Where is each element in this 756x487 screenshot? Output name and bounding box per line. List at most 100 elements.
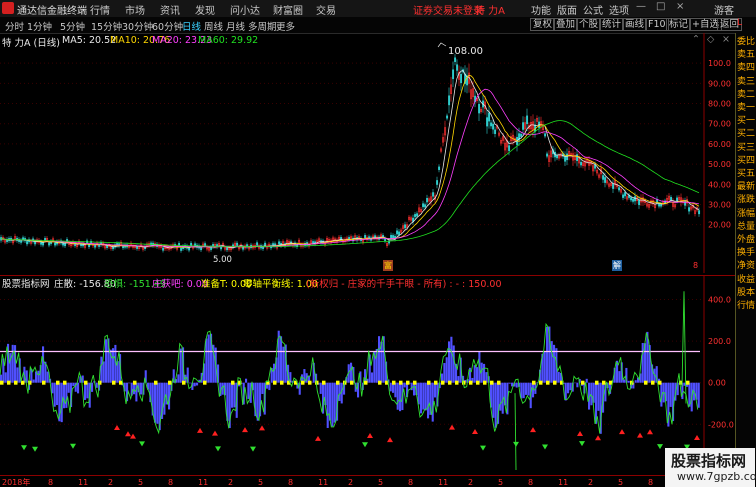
date-tick-label: 5 — [138, 478, 143, 487]
ind-bar — [508, 382, 511, 384]
menu-item-banmian[interactable]: 版面 — [557, 2, 577, 17]
candle-body — [436, 180, 439, 185]
candle-body — [602, 175, 605, 180]
candle-body — [390, 234, 393, 239]
sidebar-item-9[interactable]: 买四 — [737, 155, 756, 168]
period-5min[interactable]: 5分钟 — [60, 19, 85, 33]
period-monthly[interactable]: 月线 — [226, 19, 245, 33]
sidebar-item-5[interactable]: 卖一 — [737, 102, 756, 115]
menu-item-jiaoyi[interactable]: 交易 — [316, 2, 336, 17]
indicator-panel[interactable]: 股票指标网 庄散: -156.80 恐惧: -151.49 庄获吧: 0.00 … — [0, 275, 735, 475]
period-30min[interactable]: 30分钟 — [122, 19, 153, 33]
minimize-icon[interactable]: — — [636, 1, 646, 12]
sidebar-item-18[interactable]: 收益 — [737, 274, 756, 287]
sidebar-item-13[interactable]: 涨幅 — [737, 208, 756, 221]
green-down-triangle — [542, 444, 548, 450]
sidebar-item-4[interactable]: 卖二 — [737, 89, 756, 102]
tool-biaoji[interactable]: 标记 — [666, 18, 692, 31]
price-tick-label: 100.0 — [708, 59, 731, 68]
candle-body — [42, 242, 45, 246]
login-notice[interactable]: 证券交易未登录 — [413, 2, 483, 17]
price-chart-panel[interactable]: 特 力A (日线) MA5: 20.52 MA10: 20.76 MA20: 2… — [0, 33, 735, 273]
zero-balance-mark — [441, 380, 445, 385]
zero-balance-mark — [406, 380, 410, 385]
sidebar-item-7[interactable]: 买二 — [737, 128, 756, 141]
period-multi[interactable]: 多周期 — [248, 19, 277, 33]
ind-bar — [424, 382, 427, 411]
ind-bar — [100, 356, 103, 383]
menu-item-faxian[interactable]: 发现 — [195, 2, 215, 17]
ind-bar — [261, 382, 264, 394]
title-menu-bar: 通达信金融终端 行情 市场 资讯 发现 问小达 财富圈 交易 证券交易未登录 特… — [0, 0, 756, 18]
sidebar-item-17[interactable]: 净资 — [737, 260, 756, 273]
menu-item-gongneng[interactable]: 功能 — [531, 2, 551, 17]
tool-tongji[interactable]: 统计 — [599, 18, 625, 31]
period-fenshi[interactable]: 分时 — [5, 19, 24, 33]
menu-item-shichang[interactable]: 市场 — [125, 2, 145, 17]
tool-gegu[interactable]: 个股 — [576, 18, 602, 31]
red-up-triangle — [114, 424, 120, 430]
sidebar-item-11[interactable]: 最新 — [737, 181, 756, 194]
sidebar-item-20[interactable]: 行情 — [737, 300, 756, 313]
ind-bar — [65, 382, 68, 408]
menu-item-xuanxiang[interactable]: 选项 — [609, 2, 629, 17]
sidebar-item-2[interactable]: 卖四 — [737, 62, 756, 75]
sidebar-top[interactable]: L — [737, 17, 756, 30]
ind-bar — [634, 380, 637, 383]
price-tick-label: 90.00 — [708, 79, 731, 88]
menu-item-caifuquan[interactable]: 财富圈 — [273, 2, 303, 17]
tool-diejia[interactable]: 叠加 — [553, 18, 579, 31]
candle-body — [180, 247, 183, 251]
period-60min[interactable]: 60分钟 — [152, 19, 183, 33]
period-weekly[interactable]: 周线 — [204, 19, 223, 33]
zero-balance-mark — [273, 380, 277, 385]
sidebar-item-15[interactable]: 外盘 — [737, 234, 756, 247]
sidebar-item-10[interactable]: 买五 — [737, 168, 756, 181]
ind-tick-label: 0.00 — [708, 379, 726, 388]
ind-bar — [112, 348, 115, 383]
red-up-triangle — [694, 434, 700, 440]
ind-bar — [522, 382, 525, 399]
tool-huaxian[interactable]: 画线 — [622, 18, 648, 31]
sidebar-item-12[interactable]: 涨跌 — [737, 194, 756, 207]
candle-body — [556, 155, 559, 159]
ind-bar — [84, 382, 87, 400]
menu-item-wenxiaoda[interactable]: 问小达 — [230, 2, 260, 17]
sidebar-item-3[interactable]: 卖三 — [737, 76, 756, 89]
period-more[interactable]: 更多 — [276, 19, 295, 33]
sidebar-item-1[interactable]: 卖五 — [737, 49, 756, 62]
event-tag-left[interactable]: 富 — [383, 260, 393, 271]
candle-body — [414, 214, 417, 218]
period-15min[interactable]: 15分钟 — [91, 19, 122, 33]
sidebar-item-0[interactable]: 委比 — [737, 36, 756, 49]
sidebar-item-8[interactable]: 买三 — [737, 142, 756, 155]
sidebar-item-14[interactable]: 总量 — [737, 221, 756, 234]
period-daily[interactable]: 日线 — [182, 19, 201, 33]
zero-balance-mark — [392, 380, 396, 385]
event-tag-right[interactable]: 解 — [612, 260, 622, 271]
sidebar-item-19[interactable]: 股本 — [737, 287, 756, 300]
period-1min[interactable]: 1分钟 — [27, 19, 52, 33]
candle-body — [576, 154, 579, 161]
green-down-triangle — [215, 446, 221, 452]
sidebar-item-16[interactable]: 换手 — [737, 247, 756, 260]
menu-item-hangqing[interactable]: 行情 — [90, 2, 110, 17]
candle-body — [204, 243, 207, 247]
sidebar-item-6[interactable]: 买一 — [737, 115, 756, 128]
menu-item-gongshi[interactable]: 公式 — [583, 2, 603, 17]
ind-bar — [527, 382, 530, 396]
quote-sidebar: L 委比 卖五 卖四 卖三 卖二 卖一 买一 买二 买三 买四 买五 最新 涨跌 涨幅 总量 外盘 换手 净资 收益… — [735, 18, 756, 487]
ind-bar — [576, 382, 579, 388]
menu-item-zixun[interactable]: 资讯 — [160, 2, 180, 17]
ind-bar — [205, 338, 208, 383]
price-chart-svg: 100.0 90.00 80.00 70.00 60.00 50.00 40.00 30.00… — [0, 33, 731, 273]
zero-balance-mark — [0, 380, 4, 385]
user-guest[interactable]: 游客 — [714, 2, 734, 17]
close-icon[interactable]: × — [676, 1, 684, 12]
maximize-icon[interactable]: □ — [656, 1, 665, 12]
green-down-triangle — [579, 441, 585, 447]
ind-bar — [394, 382, 397, 398]
tool-fuquan[interactable]: 复权 — [530, 18, 556, 31]
zero-balance-mark — [455, 380, 459, 385]
candle-body — [460, 73, 463, 84]
